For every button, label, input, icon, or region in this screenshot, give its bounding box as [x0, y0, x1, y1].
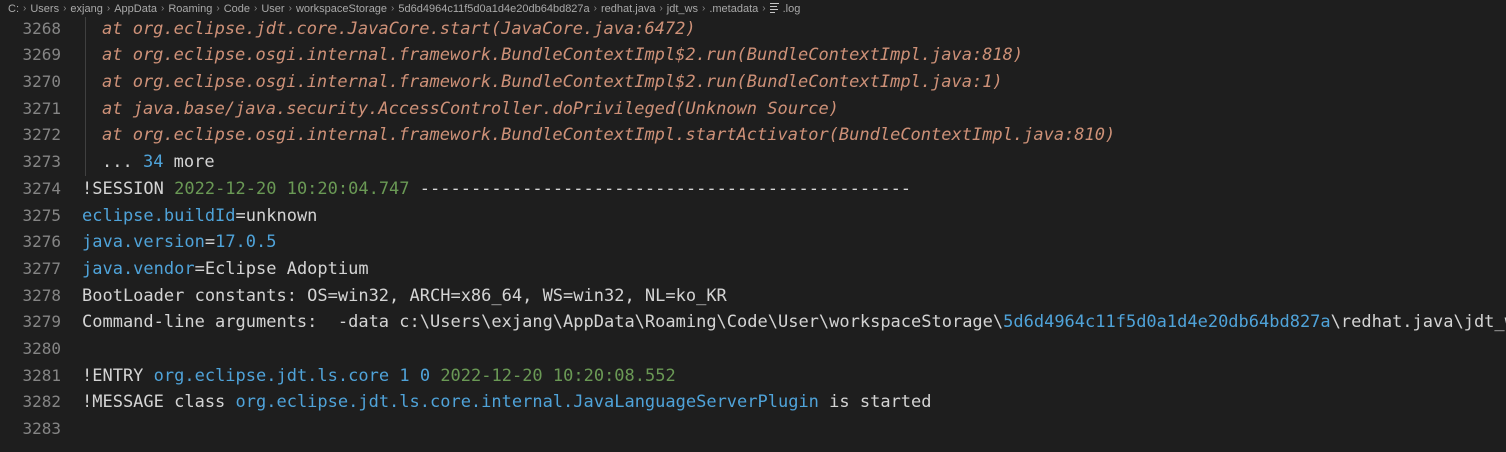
- line-number: 3281: [22, 365, 61, 385]
- code-token: at java.base/java.security.AccessControl…: [102, 98, 839, 119]
- breadcrumb: C: › Users › exjang › AppData › Roaming › Code › Use…: [0, 0, 1506, 17]
- line-number: 3273: [22, 152, 61, 172]
- code-token: !SESSION: [82, 178, 175, 199]
- code-token: ...: [102, 152, 143, 173]
- code-token: org.eclipse.jdt.ls.core.internal.JavaLan…: [235, 392, 819, 413]
- breadcrumb-file[interactable]: .log: [769, 2, 801, 15]
- chevron-right-icon: ›: [701, 3, 706, 14]
- code-token: at org.eclipse.jdt.core.JavaCore.start(J…: [102, 18, 696, 39]
- chevron-right-icon: ›: [762, 3, 766, 14]
- chevron-right-icon: ›: [254, 3, 258, 14]
- indent-guide: [85, 95, 86, 123]
- code-token: 34: [142, 152, 164, 173]
- chevron-right-icon: ›: [23, 3, 27, 14]
- line-number: 3282: [22, 392, 61, 412]
- breadcrumb-item[interactable]: workspaceStorage: [296, 3, 387, 15]
- breadcrumb-item[interactable]: AppData: [114, 3, 157, 15]
- code-token: \redhat.java\jdt_ws: [1330, 312, 1506, 333]
- line-number: 3269: [22, 45, 61, 65]
- line-number: 3276: [22, 232, 61, 252]
- code-token: ----------------------------------------…: [409, 178, 912, 199]
- line-content: java.version=17.0.5: [82, 229, 277, 256]
- code-token: =unknown: [235, 205, 318, 226]
- indent-guide: [85, 149, 86, 176]
- breadcrumb-file-name: .log: [782, 3, 801, 15]
- line-content: at org.eclipse.osgi.internal.framework.B…: [102, 122, 1115, 149]
- editor-text-area[interactable]: 3267at org.eclipse.jdt.internal.core.Jav…: [0, 0, 1506, 452]
- code-token: java.version: [82, 232, 205, 253]
- chevron-right-icon: ›: [391, 3, 395, 14]
- line-number: 3271: [22, 98, 61, 118]
- code-token: 5d6d4964c11f5d0a1d4e20db64bd827a: [1003, 312, 1331, 333]
- breadcrumb-item[interactable]: exjang: [70, 3, 102, 15]
- indent-guide: [85, 122, 86, 150]
- line-content: !MESSAGE class org.eclipse.jdt.ls.core.i…: [82, 389, 932, 416]
- code-token: 0: [419, 365, 431, 386]
- breadcrumb-item[interactable]: User: [261, 3, 284, 15]
- chevron-right-icon: ›: [593, 3, 598, 14]
- line-number: 3270: [22, 72, 61, 92]
- line-content: at org.eclipse.osgi.internal.framework.B…: [102, 69, 1003, 96]
- line-number: 3275: [22, 205, 61, 225]
- line-number: 3279: [22, 312, 61, 332]
- code-token: =: [204, 232, 216, 253]
- chevron-right-icon: ›: [63, 3, 67, 14]
- line-content: Command-line arguments: -data c:\Users\e…: [82, 309, 1506, 336]
- chevron-right-icon: ›: [659, 3, 663, 14]
- breadcrumb-item[interactable]: .metadata: [709, 3, 758, 15]
- code-token: !MESSAGE class: [82, 392, 236, 413]
- line-content: ... 34 more: [102, 149, 215, 176]
- code-token: org.eclipse.jdt.ls.core: [153, 365, 390, 386]
- lines-file-icon: [769, 3, 779, 13]
- chevron-right-icon: ›: [161, 3, 165, 14]
- indent-guide: [85, 69, 86, 96]
- line-content: eclipse.buildId=unknown: [82, 203, 317, 230]
- line-number: 3277: [22, 258, 61, 278]
- code-token: Command-line arguments: -data c:\Users\e…: [82, 312, 1004, 333]
- code-token: BootLoader constants: OS=win32, ARCH=x86…: [82, 285, 727, 306]
- code-token: 1: [399, 365, 410, 386]
- code-token: at org.eclipse.osgi.internal.framework.B…: [102, 45, 1024, 66]
- code-token: more: [163, 152, 215, 173]
- breadcrumb-item[interactable]: jdt_ws: [667, 3, 698, 15]
- code-token: at org.eclipse.osgi.internal.framework.B…: [102, 125, 1116, 146]
- line-content: java.vendor=Eclipse Adoptium: [82, 256, 369, 283]
- chevron-right-icon: ›: [216, 3, 220, 14]
- indent-guide: [85, 15, 86, 43]
- code-token: java.vendor: [82, 258, 195, 279]
- code-token: =Eclipse Adoptium: [194, 258, 369, 279]
- chevron-right-icon: ›: [288, 3, 292, 14]
- line-content: at org.eclipse.jdt.core.JavaCore.start(J…: [102, 16, 696, 43]
- line-number: 3280: [22, 338, 61, 358]
- line-content: BootLoader constants: OS=win32, ARCH=x86…: [82, 283, 727, 310]
- indent-guide: [85, 42, 86, 70]
- code-token: is started: [818, 392, 932, 413]
- code-token: 2022-12-20 10:20:04.747: [174, 178, 410, 199]
- line-number: 3272: [22, 125, 61, 145]
- code-token: 2022-12-20 10:20:08.552: [440, 365, 676, 386]
- chevron-right-icon: ›: [106, 3, 111, 14]
- line-content: at org.eclipse.osgi.internal.framework.B…: [102, 42, 1023, 69]
- breadcrumb-item[interactable]: 5d6d4964c11f5d0a1d4e20db64bd827a: [398, 3, 589, 15]
- line-number: 3274: [22, 178, 61, 198]
- line-content: !SESSION 2022-12-20 10:20:04.747 -------…: [82, 176, 911, 203]
- breadcrumb-item[interactable]: Users: [30, 3, 59, 15]
- breadcrumb-item[interactable]: Code: [224, 3, 250, 15]
- code-token: 17.0.5: [215, 232, 277, 253]
- breadcrumb-item[interactable]: C:: [8, 3, 19, 15]
- code-token: eclipse.buildId: [82, 205, 236, 226]
- line-number: 3278: [22, 285, 61, 305]
- line-content: !ENTRY org.eclipse.jdt.ls.core 1 0 2022-…: [82, 363, 676, 390]
- line-number: 3283: [22, 419, 61, 438]
- breadcrumb-item[interactable]: redhat.java: [601, 3, 655, 15]
- line-number: 3268: [22, 18, 61, 38]
- line-content: at java.base/java.security.AccessControl…: [102, 96, 839, 123]
- code-token: at org.eclipse.osgi.internal.framework.B…: [102, 72, 1003, 93]
- code-token: !ENTRY: [82, 365, 154, 386]
- breadcrumb-item[interactable]: Roaming: [168, 3, 212, 15]
